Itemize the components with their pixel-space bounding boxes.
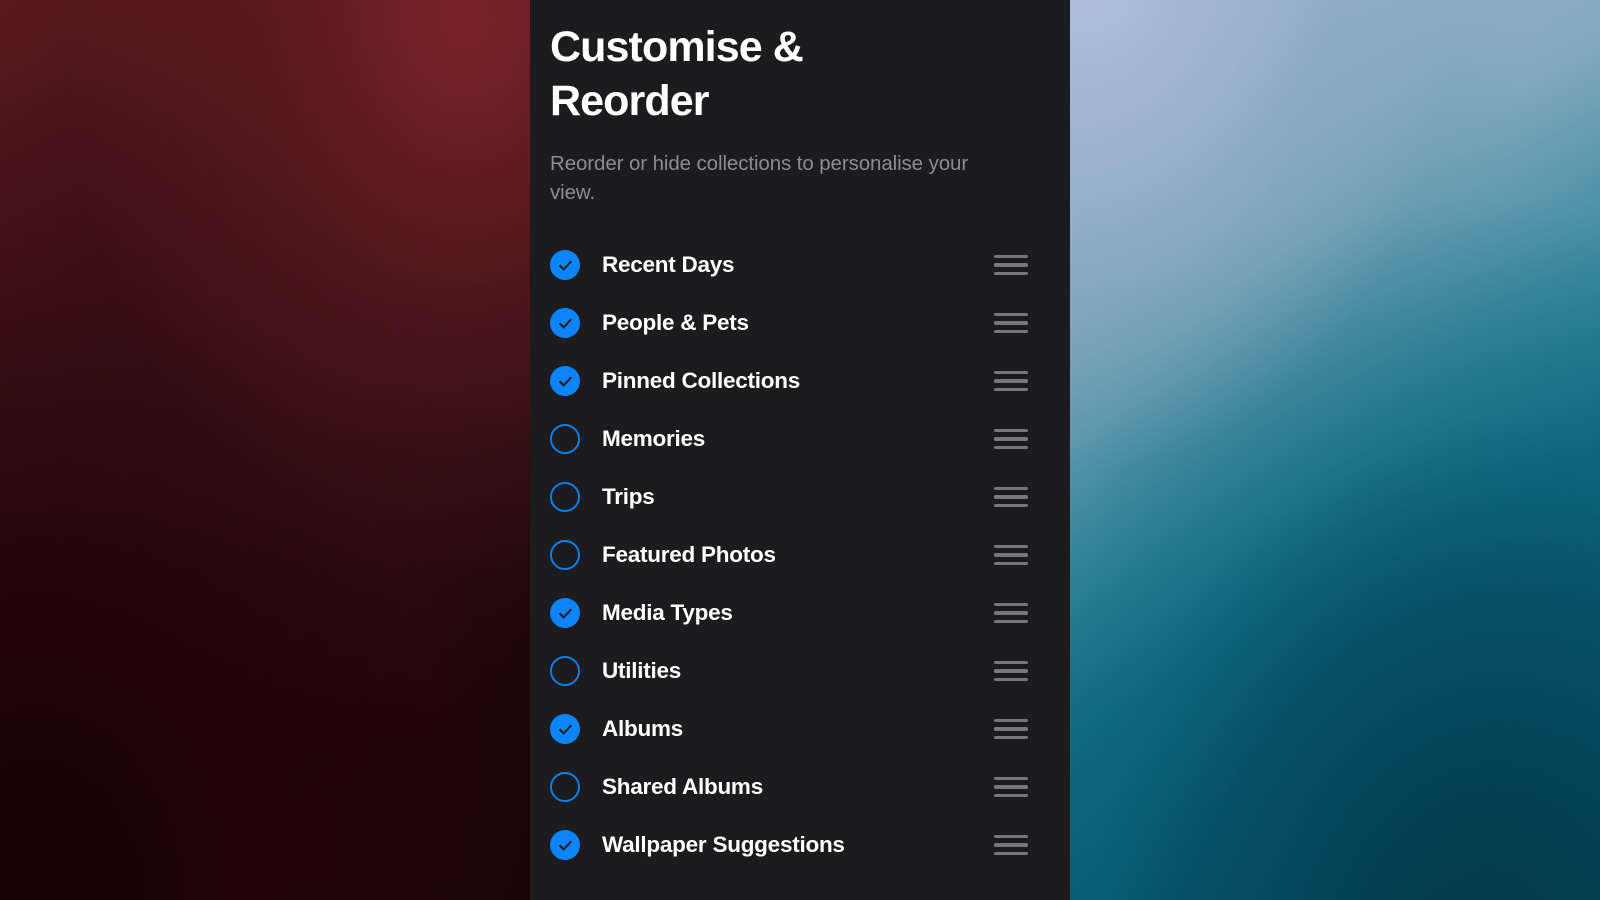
drag-handle-icon[interactable] [994, 487, 1028, 507]
drag-handle-bar [994, 495, 1028, 499]
collection-row-label: Pinned Collections [602, 368, 801, 393]
collection-row-label: People & Pets [602, 310, 749, 335]
screen: Customise & Reorder Reorder or hide coll… [0, 0, 1600, 900]
drag-handle-bar [994, 785, 1028, 789]
checkbox-unchecked-icon[interactable] [550, 424, 580, 454]
drag-handle-icon[interactable] [994, 603, 1028, 623]
drag-handle-bar [994, 379, 1028, 383]
drag-handle-icon[interactable] [994, 371, 1028, 391]
drag-handle-icon[interactable] [994, 255, 1028, 275]
collection-row-label: Utilities [602, 658, 682, 683]
wallpaper-right [1070, 0, 1600, 900]
drag-handle-bar [994, 445, 1028, 449]
drag-handle-bar [994, 661, 1028, 665]
checkbox-unchecked-icon[interactable] [550, 772, 580, 802]
drag-handle-icon[interactable] [994, 777, 1028, 797]
drag-handle-bar [994, 371, 1028, 375]
drag-handle-bar [994, 727, 1028, 731]
drag-handle-bar [994, 835, 1028, 839]
drag-handle-bar [994, 669, 1028, 673]
collection-row-label: Media Types [602, 600, 733, 625]
drag-handle-bar [994, 735, 1028, 739]
page-subtitle: Reorder or hide collections to personali… [550, 152, 969, 204]
drag-handle-bar [994, 553, 1028, 557]
collection-row-label: Albums [602, 716, 684, 741]
drag-handle-bar [994, 545, 1028, 549]
collection-row[interactable]: Wallpaper Suggestions [550, 816, 1036, 874]
page-title: Customise & Reorder [550, 23, 804, 125]
drag-handle-bar [994, 487, 1028, 491]
drag-handle-bar [994, 777, 1028, 781]
drag-handle-bar [994, 619, 1028, 623]
collection-row-label: Wallpaper Suggestions [602, 832, 845, 857]
collection-list: Recent Days People & Pets Pinned Collectio… [550, 236, 1036, 874]
drag-handle-icon[interactable] [994, 429, 1028, 449]
collection-row-label: Featured Photos [602, 542, 776, 567]
collection-row[interactable]: Memories [550, 410, 1036, 468]
drag-handle-icon[interactable] [994, 313, 1028, 333]
drag-handle-icon[interactable] [994, 545, 1028, 565]
drag-handle-bar [994, 603, 1028, 607]
checkbox-checked-icon[interactable] [550, 250, 580, 280]
drag-handle-bar [994, 255, 1028, 259]
drag-handle-bar [994, 263, 1028, 267]
drag-handle-bar [994, 429, 1028, 433]
drag-handle-icon[interactable] [994, 661, 1028, 681]
collection-row[interactable]: Recent Days [550, 236, 1036, 294]
drag-handle-bar [994, 437, 1028, 441]
drag-handle-bar [994, 793, 1028, 797]
drag-handle-bar [994, 851, 1028, 855]
drag-handle-bar [994, 387, 1028, 391]
checkbox-unchecked-icon[interactable] [550, 540, 580, 570]
collection-row-label: Shared Albums [602, 774, 763, 799]
checkbox-checked-icon[interactable] [550, 830, 580, 860]
collection-row[interactable]: Utilities [550, 642, 1036, 700]
drag-handle-bar [994, 271, 1028, 275]
checkbox-checked-icon[interactable] [550, 308, 580, 338]
drag-handle-icon[interactable] [994, 835, 1028, 855]
drag-handle-bar [994, 719, 1028, 723]
checkbox-unchecked-icon[interactable] [550, 482, 580, 512]
checkbox-checked-icon[interactable] [550, 714, 580, 744]
collection-row-label: Trips [602, 484, 655, 509]
drag-handle-bar [994, 321, 1028, 325]
drag-handle-bar [994, 677, 1028, 681]
drag-handle-bar [994, 843, 1028, 847]
collection-row[interactable]: People & Pets [550, 294, 1036, 352]
checkbox-unchecked-icon[interactable] [550, 656, 580, 686]
drag-handle-bar [994, 561, 1028, 565]
collection-row-label: Memories [602, 426, 706, 451]
collection-row[interactable]: Shared Albums [550, 758, 1036, 816]
drag-handle-bar [994, 503, 1028, 507]
drag-handle-bar [994, 329, 1028, 333]
collection-row[interactable]: Media Types [550, 584, 1036, 642]
collection-row[interactable]: Trips [550, 468, 1036, 526]
wallpaper-left [0, 0, 530, 900]
drag-handle-icon[interactable] [994, 719, 1028, 739]
drag-handle-bar [994, 611, 1028, 615]
collection-row-label: Recent Days [602, 252, 735, 277]
checkbox-checked-icon[interactable] [550, 598, 580, 628]
checkbox-checked-icon[interactable] [550, 366, 580, 396]
drag-handle-bar [994, 313, 1028, 317]
collection-row[interactable]: Albums [550, 700, 1036, 758]
collection-row[interactable]: Featured Photos [550, 526, 1036, 584]
customise-reorder-sheet: Customise & Reorder Reorder or hide coll… [530, 0, 1070, 900]
collection-row[interactable]: Pinned Collections [550, 352, 1036, 410]
